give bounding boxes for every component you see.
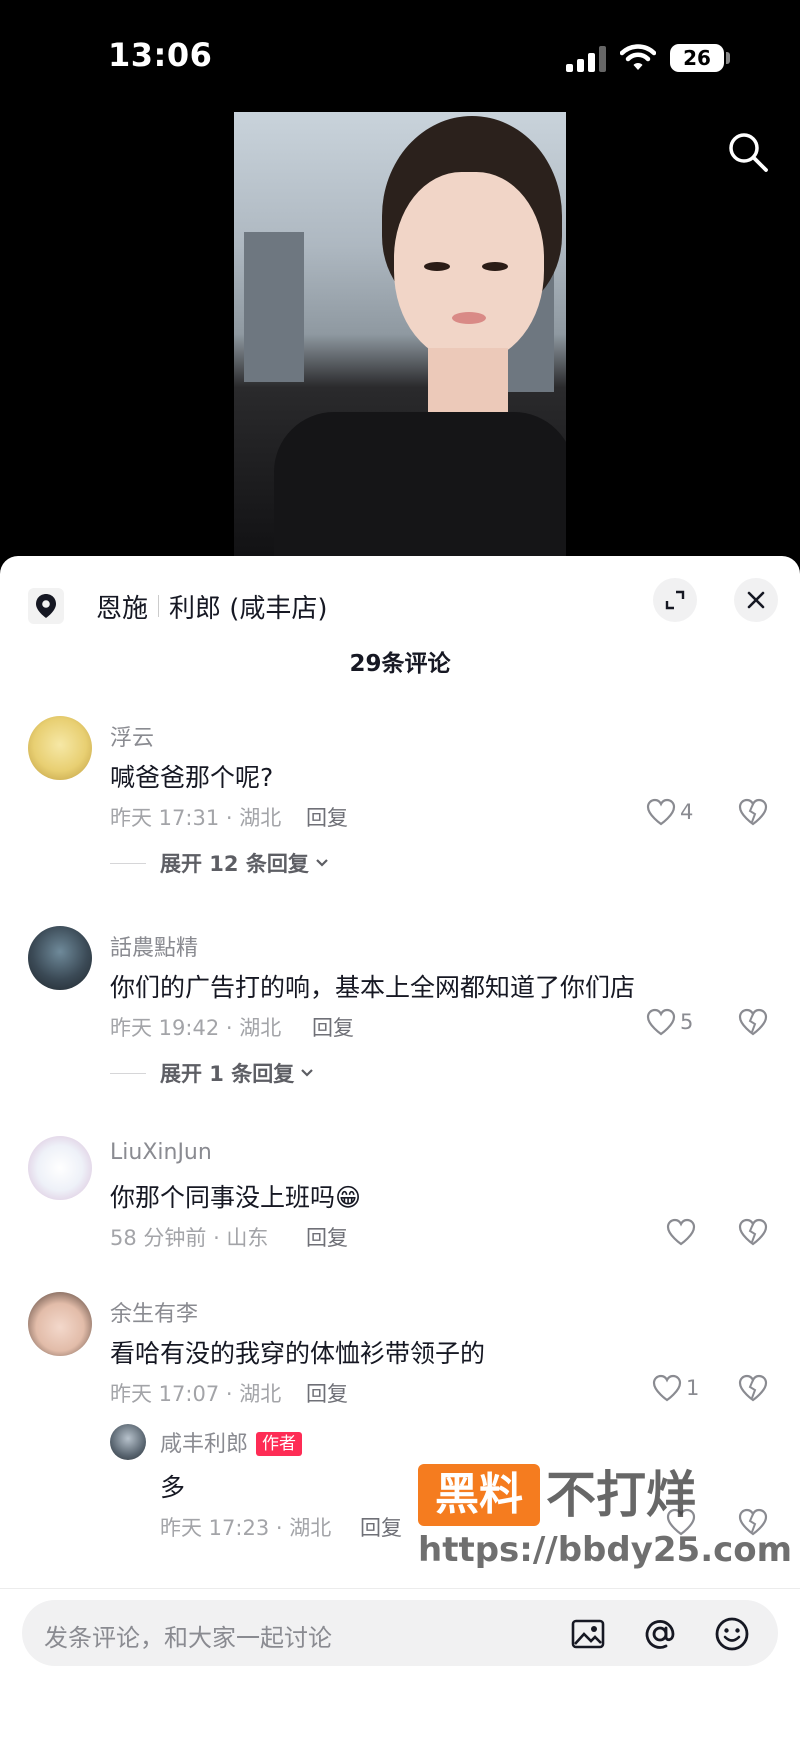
watermark: 黑料 不打烊 https://bbdy25.com xyxy=(418,1464,792,1574)
like-button[interactable]: 4 xyxy=(646,798,693,826)
expand-replies-button[interactable]: 展开 12 条回复 xyxy=(110,848,331,878)
comment-username[interactable]: 余生有李 xyxy=(110,1296,198,1328)
expand-icon xyxy=(665,590,685,610)
status-time: 13:06 xyxy=(108,36,213,74)
like-count: 4 xyxy=(680,800,694,824)
comment-text: 看哈有没的我穿的体恤衫带领子的 xyxy=(110,1339,486,1368)
location-store: 利郎 (咸丰店) xyxy=(169,593,328,624)
comment-text: 你那个同事没上班吗😁 xyxy=(110,1183,362,1212)
divider xyxy=(0,1588,800,1589)
comment-username[interactable]: 浮云 xyxy=(110,720,154,752)
at-icon[interactable] xyxy=(642,1616,678,1652)
reply-meta: 昨天 17:23 · 湖北 xyxy=(160,1516,332,1540)
comment-meta: 58 分钟前 · 山东 xyxy=(110,1226,269,1250)
background-rack xyxy=(244,232,304,382)
battery-indicator: 26 xyxy=(670,44,724,72)
cellular-signal-icon xyxy=(566,46,608,72)
avatar[interactable] xyxy=(28,926,92,990)
video-player[interactable] xyxy=(234,112,566,556)
location-pin-icon xyxy=(28,588,64,624)
close-icon xyxy=(747,591,765,609)
comment-username[interactable]: 話農點精 xyxy=(110,930,198,962)
comment-count: 29条评论 xyxy=(349,651,451,677)
comment-username[interactable]: LiuXinJun xyxy=(110,1140,212,1165)
chevron-down-icon xyxy=(316,859,328,867)
video-subject-eye xyxy=(424,262,450,271)
reply-button[interactable]: 回复 xyxy=(360,1512,402,1542)
expand-replies-button[interactable]: 展开 1 条回复 xyxy=(110,1058,316,1088)
location-city: 恩施 xyxy=(96,593,149,624)
reply-username-row: 咸丰利郎 作者 xyxy=(160,1426,303,1458)
location-bar[interactable]: 恩施 利郎 (咸丰店) xyxy=(28,582,328,630)
comment-input[interactable]: 发条评论，和大家一起讨论 xyxy=(22,1600,778,1666)
reply-button[interactable]: 回复 xyxy=(306,1378,348,1408)
dislike-heart-icon[interactable] xyxy=(738,1218,768,1246)
watermark-box-text: 黑料 xyxy=(418,1464,540,1526)
dislike-heart-icon[interactable] xyxy=(738,1374,768,1402)
comment-meta: 昨天 17:07 · 湖北 xyxy=(110,1382,282,1406)
like-button[interactable]: 1 xyxy=(652,1374,699,1402)
close-button[interactable] xyxy=(734,578,778,622)
reply-button[interactable]: 回复 xyxy=(306,1222,348,1252)
video-subject-eye xyxy=(482,262,508,271)
location-separator xyxy=(158,595,160,617)
expand-button[interactable] xyxy=(653,578,697,622)
like-count: 1 xyxy=(686,1376,700,1400)
search-icon[interactable] xyxy=(724,128,772,176)
reply-button[interactable]: 回复 xyxy=(306,802,348,832)
author-badge: 作者 xyxy=(256,1432,303,1456)
heart-icon xyxy=(646,798,676,826)
comment-meta: 昨天 19:42 · 湖北 xyxy=(110,1016,282,1040)
image-icon[interactable] xyxy=(570,1616,606,1652)
comment-text: 喊爸爸那个呢? xyxy=(110,763,274,792)
reply-avatar[interactable] xyxy=(110,1424,146,1460)
heart-icon xyxy=(652,1374,682,1402)
chevron-down-icon xyxy=(301,1069,314,1077)
wifi-icon xyxy=(620,44,656,70)
battery-tip xyxy=(726,52,730,64)
heart-icon xyxy=(646,1008,676,1036)
comment-meta: 昨天 17:31 · 湖北 xyxy=(110,806,282,830)
heart-icon xyxy=(666,1218,696,1246)
video-subject-lips xyxy=(452,312,486,324)
expand-replies-label: 展开 1 条回复 xyxy=(160,1062,295,1086)
comment-text: 你们的广告打的响，基本上全网都知道了你们店 xyxy=(110,973,636,1002)
video-subject-shirt xyxy=(274,412,566,556)
like-count: 5 xyxy=(680,1010,694,1034)
reply-username[interactable]: 咸丰利郎 xyxy=(160,1432,248,1457)
status-bar: 13:06 26 xyxy=(0,0,800,110)
watermark-right-text: 不打烊 xyxy=(546,1466,696,1524)
like-button[interactable]: 5 xyxy=(646,1008,693,1036)
watermark-url: https://bbdy25.com xyxy=(418,1530,793,1570)
dislike-heart-icon[interactable] xyxy=(738,798,768,826)
avatar[interactable] xyxy=(28,1292,92,1356)
expand-replies-label: 展开 12 条回复 xyxy=(160,852,309,876)
video-subject-face xyxy=(394,172,544,362)
reply-button[interactable]: 回复 xyxy=(312,1012,354,1042)
like-button[interactable] xyxy=(666,1218,700,1246)
comment-input-placeholder: 发条评论，和大家一起讨论 xyxy=(44,1624,332,1652)
reply-text: 多 xyxy=(160,1473,186,1502)
avatar[interactable] xyxy=(28,716,92,780)
emoji-icon[interactable] xyxy=(714,1616,750,1652)
dislike-heart-icon[interactable] xyxy=(738,1008,768,1036)
avatar[interactable] xyxy=(28,1136,92,1200)
